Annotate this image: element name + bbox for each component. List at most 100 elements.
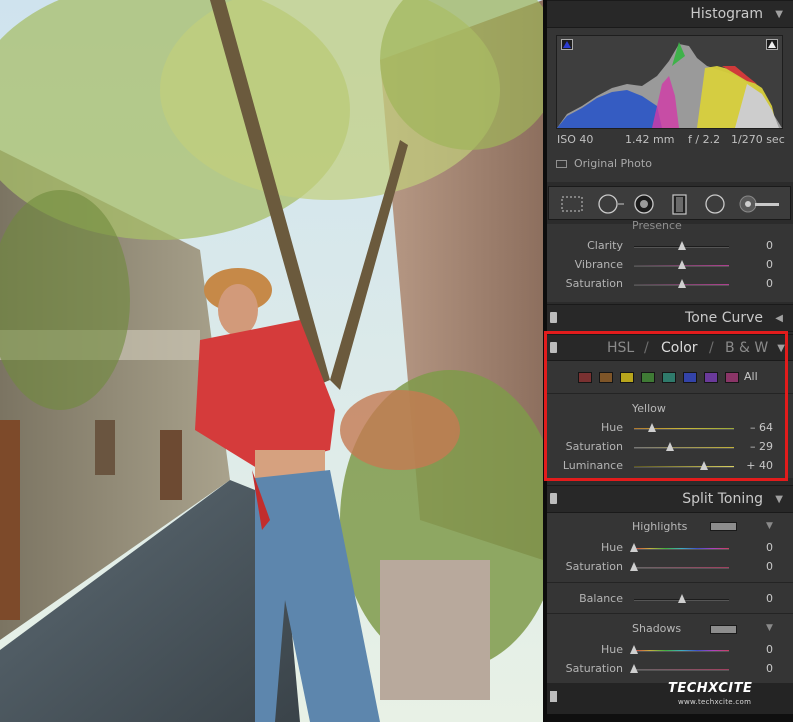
slider-label: Saturation (565, 277, 623, 290)
slider-value[interactable]: 0 (766, 541, 773, 554)
slider-thumb[interactable] (677, 279, 686, 288)
color-chip[interactable] (683, 372, 697, 383)
highlights-picker-icon[interactable]: ▼ (766, 521, 773, 531)
shadows-label: Shadows (632, 622, 682, 635)
original-photo-checkbox[interactable] (556, 160, 567, 168)
color-chip[interactable] (599, 372, 613, 383)
slider-label: Hue (600, 421, 623, 434)
split-divider-2 (547, 613, 793, 614)
slider-label: Saturation (565, 440, 623, 453)
tab-bw[interactable]: B & W (725, 340, 768, 356)
slider-value[interactable]: 0 (766, 239, 773, 252)
slider-track[interactable] (634, 466, 734, 468)
highlights-color-swatch[interactable] (710, 522, 737, 531)
slider-row: Luminance + 40 (547, 457, 793, 476)
slider-thumb[interactable] (700, 461, 708, 470)
slider-value[interactable]: 0 (766, 258, 773, 271)
red-eye-icon[interactable] (633, 194, 655, 214)
color-chip[interactable] (662, 372, 676, 383)
color-chip[interactable] (620, 372, 634, 383)
tab-separator-2: / (709, 340, 714, 356)
focal-length-readout: 1.42 mm (625, 133, 675, 146)
watermark-brand: TECHXCITE (668, 681, 753, 696)
slider-row: Hue 0 (547, 641, 793, 660)
slider-track[interactable] (634, 447, 734, 449)
tone-curve-title: Tone Curve (685, 310, 763, 326)
slider-row: Clarity 0 (547, 237, 793, 256)
slider-thumb[interactable] (677, 594, 686, 603)
collapse-triangle-icon[interactable]: ▼ (775, 494, 783, 505)
collapse-triangle-icon[interactable]: ▼ (777, 343, 785, 354)
photo-image (0, 0, 543, 722)
aperture-readout: f / 2.2 (688, 133, 721, 146)
slider-value[interactable]: 0 (766, 662, 773, 675)
slider-track[interactable] (634, 650, 729, 652)
shadow-clipping-icon[interactable] (561, 39, 573, 50)
slider-row: Saturation – 29 (547, 438, 793, 457)
color-chip[interactable] (725, 372, 739, 383)
tab-hsl[interactable]: HSL (607, 340, 634, 356)
slider-track[interactable] (634, 669, 729, 671)
slider-label: Hue (600, 643, 623, 656)
slider-value[interactable]: – 29 (750, 440, 773, 453)
slider-thumb[interactable] (630, 562, 638, 571)
hsl-toggle[interactable] (550, 342, 557, 353)
slider-label: Saturation (565, 662, 623, 675)
radial-filter-icon[interactable] (704, 194, 726, 214)
split-divider-1 (547, 582, 793, 583)
color-chip[interactable] (578, 372, 592, 383)
slider-value[interactable]: 0 (766, 592, 773, 605)
slider-thumb[interactable] (648, 423, 656, 432)
slider-label: Vibrance (574, 258, 623, 271)
graduated-filter-icon[interactable] (670, 194, 690, 216)
histogram-graph[interactable] (556, 35, 783, 129)
split-toning-toggle[interactable] (550, 493, 557, 504)
highlight-clipping-icon[interactable] (766, 39, 778, 50)
slider-thumb[interactable] (630, 664, 638, 673)
tone-curve-toggle[interactable] (550, 312, 557, 323)
slider-row: Hue – 64 (547, 419, 793, 438)
slider-thumb[interactable] (677, 260, 686, 269)
slider-label: Balance (579, 592, 623, 605)
histogram-curve (557, 42, 782, 128)
slider-label: Clarity (587, 239, 623, 252)
original-photo-label: Original Photo (574, 157, 652, 170)
slider-value[interactable]: – 64 (750, 421, 773, 434)
slider-track[interactable] (634, 567, 729, 569)
bottom-scroll-strip (547, 714, 793, 722)
tab-separator: / (644, 340, 649, 356)
selected-color-label: Yellow (632, 402, 666, 415)
shadows-color-swatch[interactable] (710, 625, 737, 634)
spot-removal-icon[interactable] (597, 194, 627, 214)
slider-thumb[interactable] (630, 543, 638, 552)
slider-row: Saturation 0 (547, 558, 793, 577)
histogram-header[interactable]: Histogram ▼ (547, 0, 793, 28)
color-chip[interactable] (641, 372, 655, 383)
slider-row: Saturation 0 (547, 660, 793, 679)
color-chip[interactable] (704, 372, 718, 383)
collapse-triangle-icon[interactable]: ▼ (775, 9, 783, 20)
expand-triangle-icon[interactable]: ◀ (775, 313, 783, 324)
photo-canvas[interactable] (0, 0, 543, 722)
slider-row: Balance 0 (547, 590, 793, 609)
tab-color[interactable]: Color (661, 340, 698, 356)
hsl-divider (547, 393, 793, 394)
slider-thumb[interactable] (630, 645, 638, 654)
split-toning-header[interactable]: Split Toning ▼ (547, 485, 793, 513)
slider-value[interactable]: 0 (766, 560, 773, 573)
slider-value[interactable]: 0 (766, 277, 773, 290)
slider-track[interactable] (634, 548, 729, 550)
bottom-toggle[interactable] (550, 691, 557, 702)
slider-value[interactable]: + 40 (746, 459, 773, 472)
slider-thumb[interactable] (666, 442, 674, 451)
crop-overlay-icon[interactable] (560, 194, 584, 214)
slider-value[interactable]: 0 (766, 643, 773, 656)
slider-label: Hue (600, 541, 623, 554)
slider-thumb[interactable] (677, 241, 686, 250)
hsl-header[interactable]: HSL / Color / B & W ▼ (547, 334, 793, 361)
highlights-label: Highlights (632, 520, 688, 533)
all-colors-button[interactable]: All (744, 370, 758, 383)
tone-curve-header[interactable]: Tone Curve ◀ (547, 304, 793, 332)
adjustment-brush-icon[interactable] (738, 194, 782, 214)
shadows-picker-icon[interactable]: ▼ (766, 623, 773, 633)
